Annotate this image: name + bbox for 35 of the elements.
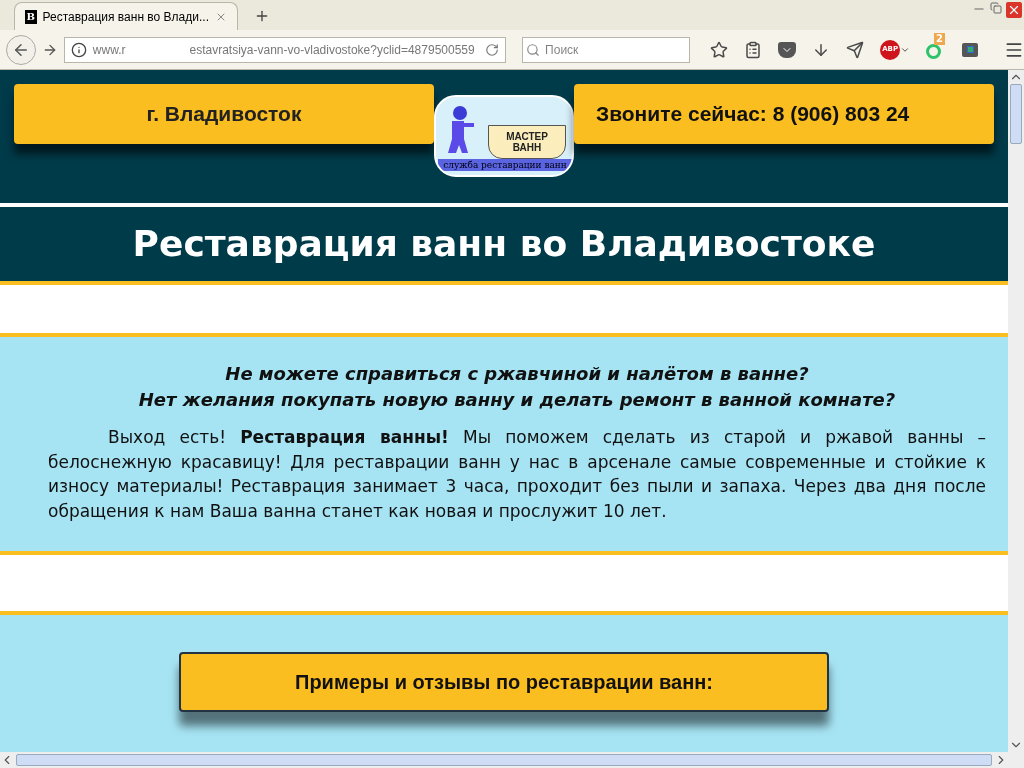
info-icon[interactable] — [70, 41, 87, 58]
examples-button[interactable]: Примеры и отзывы по реставрации ванн: — [179, 652, 829, 712]
extension-icon[interactable] — [962, 42, 979, 57]
send-icon[interactable] — [846, 40, 865, 59]
logo-subtitle: служба реставрации ванн — [438, 159, 572, 171]
notification-badge: 2 — [934, 32, 946, 45]
horizontal-scrollbar[interactable] — [0, 752, 1008, 768]
back-button[interactable] — [6, 34, 36, 65]
plumber-drawing — [446, 105, 474, 155]
reload-icon[interactable] — [485, 42, 500, 57]
bookmark-icon[interactable] — [710, 40, 729, 59]
url-text: estavratsiya-vann-vo-vladivostoke?yclid=4879500559 — [189, 41, 475, 59]
city-banner: г. Владивосток — [14, 84, 434, 144]
close-window-icon[interactable] — [1006, 2, 1022, 18]
question-text: Не можете справиться с ржавчиной и налётом в ванне? — [225, 362, 809, 386]
pocket-icon[interactable] — [778, 41, 797, 58]
logo-title: ВАНН — [512, 142, 542, 153]
search-icon — [526, 42, 541, 57]
tab-title: Реставрация ванн во Влади... — [42, 8, 209, 26]
phone-text: Звоните сейчас: 8 (906) 803 24 — [596, 101, 910, 128]
vertical-scrollbar[interactable] — [1008, 70, 1024, 768]
new-tab-icon[interactable] — [254, 8, 270, 24]
url-text: www.r — [92, 41, 126, 59]
logo-title: МАСТЕР — [506, 131, 548, 142]
restore-icon[interactable] — [990, 2, 1002, 14]
favicon: B — [25, 9, 37, 24]
search-field[interactable]: Поиск — [522, 36, 691, 63]
scrollbar-thumb[interactable] — [1010, 84, 1022, 144]
page-heading: Реставрация ванн во Владивостоке — [132, 222, 876, 266]
question-text: Нет желания покупать новую ванну и делать ремонт в ванной комнате? — [138, 388, 896, 412]
reading-list-icon[interactable] — [744, 40, 763, 59]
address-bar[interactable]: www.r estavratsiya-vann-vo-vladivostoke?yclid=4879500559 — [63, 36, 507, 63]
scrollbar-thumb[interactable] — [16, 754, 992, 766]
intro-paragraph: Выход есть! Реставрация ванны! Мы поможем сделать из старой и ржавой ванны – белоснежную красавицу! Для реставрации ванн у нас в арсенале самые современные и стойкие к износу материалы! Реставрация занимает 3 часа, проходит без пыли и запаха. Через два дня после обращения к нам Ваша ванна станет как новая и прослужит 10 лет. — [48, 426, 986, 523]
browser-tab[interactable]: B Реставрация ванн во Влади... — [14, 2, 238, 30]
